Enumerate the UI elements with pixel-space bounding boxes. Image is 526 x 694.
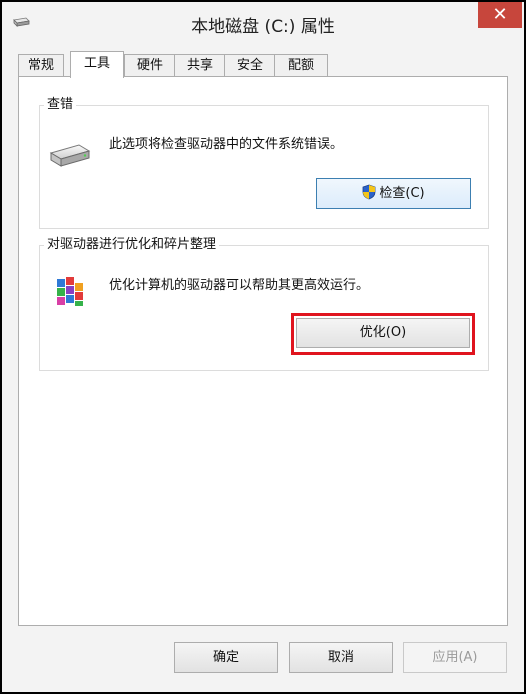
tab-sharing[interactable]: 共享 (174, 54, 226, 77)
tab-general[interactable]: 常规 (18, 54, 64, 77)
ok-button[interactable]: 确定 (174, 642, 278, 673)
window-title: 本地磁盘 (C:) 属性 (191, 17, 335, 37)
tab-tools[interactable]: 工具 (70, 51, 124, 78)
tools-tab-panel: 查错 此选项将检查驱动器中的文件系统错误。 检查(C) 对驱动器进行优化和碎片整… (18, 76, 508, 626)
tab-hardware[interactable]: 硬件 (124, 54, 176, 77)
error-check-description: 此选项将检查驱动器中的文件系统错误。 (109, 137, 344, 152)
optimize-description: 优化计算机的驱动器可以帮助其更高效运行。 (109, 278, 370, 293)
close-button[interactable]: ✕ (478, 2, 522, 28)
uac-shield-icon (362, 184, 376, 200)
ok-button-label: 确定 (212, 650, 239, 665)
tab-security[interactable]: 安全 (224, 54, 276, 77)
title-bar[interactable]: 本地磁盘 (C:) 属性 ✕ (2, 2, 524, 44)
cancel-button-label: 取消 (327, 650, 354, 665)
optimize-title: 对驱动器进行优化和碎片整理 (44, 237, 220, 253)
cancel-button[interactable]: 取消 (289, 642, 393, 673)
apply-button-label: 应用(A) (432, 650, 478, 665)
properties-window: 本地磁盘 (C:) 属性 ✕ 常规 工具 硬件 共享 安全 配额 查错 此选项将… (0, 0, 526, 694)
apply-button[interactable]: 应用(A) (403, 642, 507, 673)
error-check-group (39, 105, 489, 229)
highlight-box (291, 313, 475, 355)
check-button[interactable]: 检查(C) (316, 178, 471, 209)
check-button-label: 检查(C) (379, 186, 425, 201)
tab-quota[interactable]: 配额 (274, 54, 328, 77)
tab-strip: 常规 工具 硬件 共享 安全 配额 (18, 51, 508, 78)
hard-drive-icon (49, 144, 91, 167)
defrag-icon (57, 277, 83, 306)
close-icon: ✕ (492, 4, 508, 25)
error-check-title: 查错 (44, 97, 77, 113)
